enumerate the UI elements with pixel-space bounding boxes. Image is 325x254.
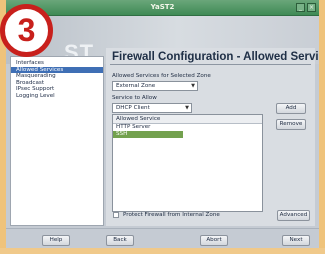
advanced-button[interactable]: Advanced <box>277 210 310 221</box>
title-bar: YaST2 _ × <box>6 0 319 16</box>
title-divider <box>110 64 311 65</box>
close-button[interactable]: × <box>307 3 316 12</box>
sidebar-item-logging-level[interactable]: Logging Level <box>11 93 103 100</box>
step-number-badge: 3 <box>0 4 53 57</box>
back-button[interactable]: Back <box>106 235 134 246</box>
background-border-bottom <box>0 248 325 254</box>
zone-select[interactable]: External Zone ▼ <box>112 81 198 91</box>
chevron-down-icon: ▼ <box>191 83 195 89</box>
table-header: Allowed Service <box>113 115 262 124</box>
sidebar-list: Interfaces Allowed Services Masquerading… <box>11 60 103 99</box>
add-button[interactable]: Add <box>276 103 306 114</box>
remove-button[interactable]: Remove <box>276 119 306 130</box>
service-label: Service to Allow <box>112 95 157 101</box>
minimize-button[interactable]: _ <box>296 3 305 12</box>
next-button[interactable]: Next <box>282 235 310 246</box>
help-button[interactable]: Help <box>42 235 70 246</box>
allowed-services-table: Allowed Service HTTP Server SSH <box>112 114 263 212</box>
wizard-footer: Help Back Abort Next <box>6 228 319 248</box>
table-row[interactable]: HTTP Server <box>113 124 262 131</box>
window-title: YaST2 <box>150 3 175 11</box>
zone-select-value: External Zone <box>116 83 156 89</box>
table-row-selected[interactable]: SSH <box>113 131 183 138</box>
chevron-down-icon: ▼ <box>185 105 189 111</box>
main-panel: Firewall Configuration - Allowed Service… <box>106 48 319 226</box>
protect-firewall-checkbox[interactable] <box>113 212 119 218</box>
abort-button[interactable]: Abort <box>200 235 228 246</box>
zone-label: Allowed Services for Selected Zone <box>112 73 211 79</box>
service-select-value: DHCP Client <box>116 105 150 111</box>
background-border-right <box>319 0 325 254</box>
service-select[interactable]: DHCP Client ▼ <box>112 103 192 113</box>
sidebar: Interfaces Allowed Services Masquerading… <box>10 56 104 226</box>
page-title: Firewall Configuration - Allowed Service… <box>112 51 319 63</box>
protect-firewall-label: Protect Firewall from Internal Zone <box>123 212 220 218</box>
yast-window: YaST2 _ × ST ST Interfaces Allowed Servi… <box>6 0 319 248</box>
